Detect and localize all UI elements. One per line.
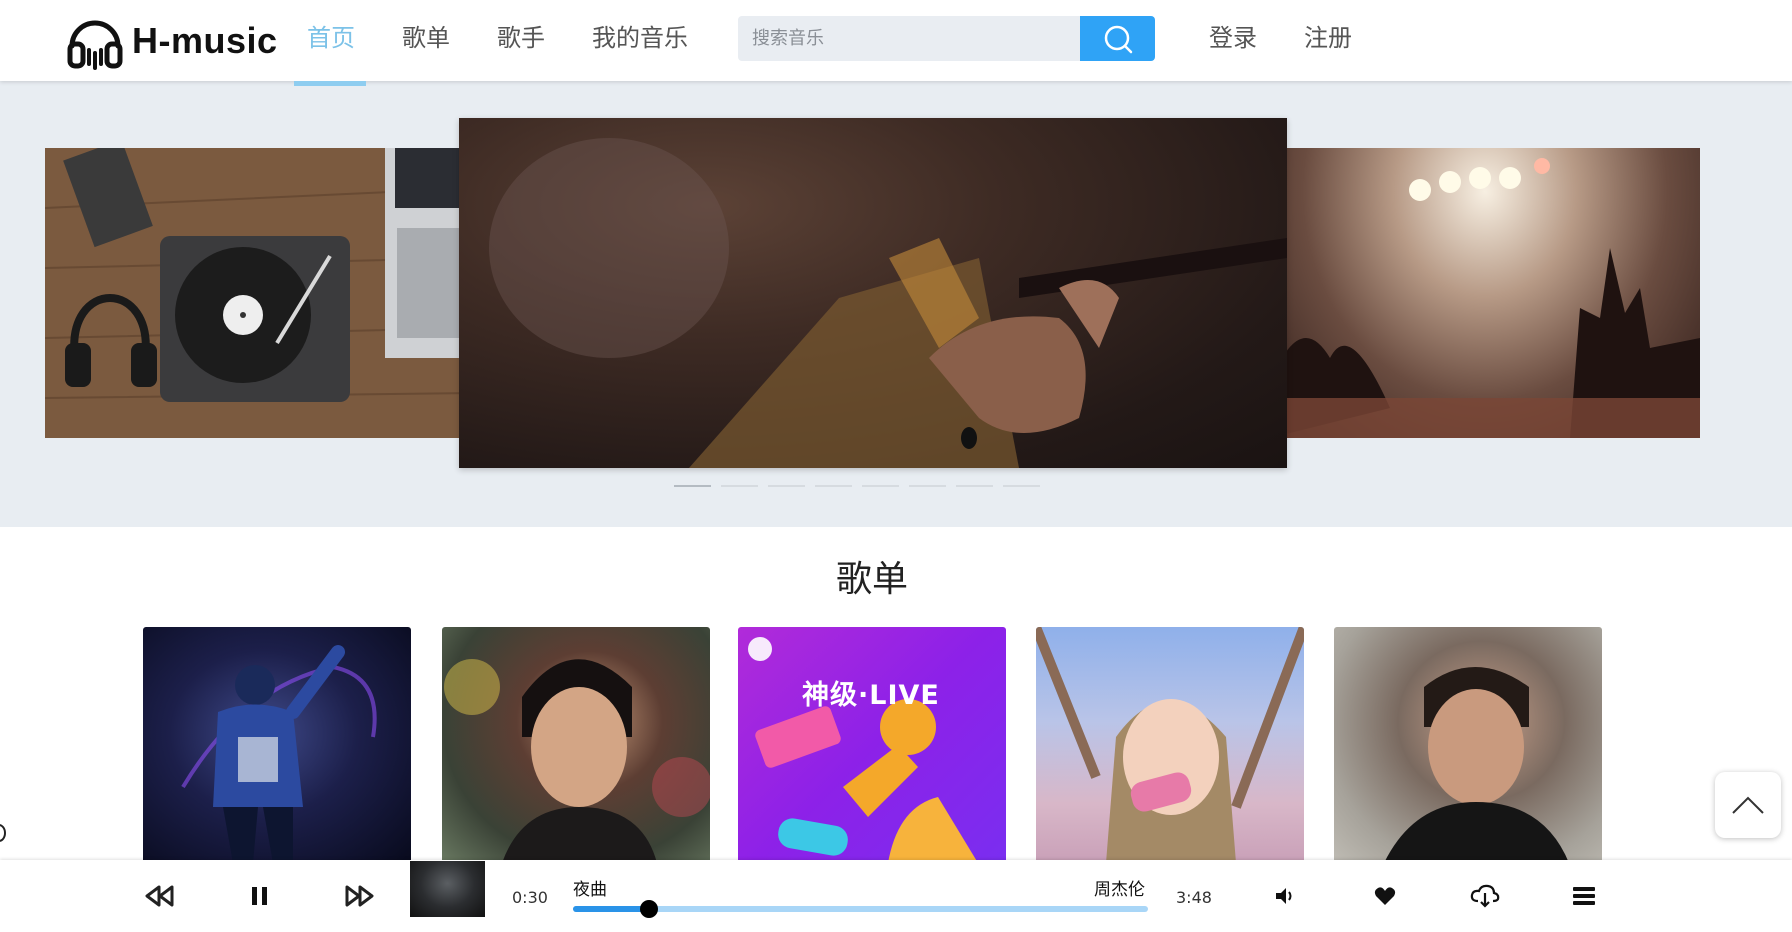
progress-knob[interactable] <box>639 900 658 918</box>
menu-icon <box>1573 887 1595 905</box>
fast-forward-icon <box>345 885 374 907</box>
banner-carousel <box>0 81 1792 527</box>
cloud-download-icon <box>1470 884 1500 908</box>
carousel-dot[interactable] <box>768 485 805 487</box>
song-title: 夜曲 <box>573 880 607 900</box>
carousel-dot[interactable] <box>862 485 899 487</box>
live-cover-text: 神级·LIVE <box>802 680 940 711</box>
volume-button[interactable] <box>1269 882 1301 910</box>
turntable-desk-image[interactable] <box>45 148 475 438</box>
pause-button[interactable] <box>244 882 276 910</box>
carousel-dot[interactable] <box>956 485 993 487</box>
carousel-dot[interactable] <box>909 485 946 487</box>
download-button[interactable] <box>1469 882 1501 910</box>
nav-my-music[interactable]: 我的音乐 <box>592 20 688 56</box>
carousel-dot[interactable] <box>815 485 852 487</box>
nav-active-indicator <box>294 81 366 86</box>
chevron-up-icon <box>1732 796 1764 814</box>
carousel-dot[interactable] <box>674 485 711 487</box>
site-header: H-music 首页 歌单 歌手 我的音乐 登录 注册 <box>0 0 1792 81</box>
like-button[interactable] <box>1369 882 1401 910</box>
progress-bar[interactable] <box>573 900 1148 918</box>
edge-fragment <box>0 824 6 842</box>
girl-illustration <box>1036 627 1304 863</box>
nav-home[interactable]: 首页 <box>307 20 355 56</box>
search-input[interactable] <box>738 16 1080 61</box>
login-link[interactable]: 登录 <box>1209 20 1257 56</box>
duration: 3:48 <box>1176 888 1212 907</box>
playlist-singer-portrait-cover[interactable] <box>442 627 710 863</box>
concert-illustration <box>1270 158 1700 438</box>
logo-text: H-music <box>132 20 278 61</box>
previous-button[interactable] <box>144 882 176 910</box>
volume-icon <box>1276 888 1292 904</box>
song-artist: 周杰伦 <box>1094 880 1145 900</box>
logo[interactable]: H-music <box>64 10 278 72</box>
search-button[interactable] <box>1080 16 1155 61</box>
concert-crowd-image[interactable] <box>1270 148 1700 438</box>
live-illustration <box>748 637 978 863</box>
singer-portrait-illustration <box>444 659 710 863</box>
pause-icon <box>252 887 267 905</box>
carousel-dots <box>674 485 1040 487</box>
current-time: 0:30 <box>512 888 548 907</box>
carousel-dot[interactable] <box>721 485 758 487</box>
nav-playlists[interactable]: 歌单 <box>402 20 450 56</box>
man-portrait-illustration <box>1384 667 1569 863</box>
guitar-illustration <box>489 138 1287 468</box>
next-button[interactable] <box>343 882 375 910</box>
guitar-player-image[interactable] <box>459 118 1287 468</box>
section-title: 歌单 <box>835 559 908 600</box>
search-icon <box>1104 25 1132 53</box>
carousel-dot[interactable] <box>1003 485 1040 487</box>
album-cover-thumbnail[interactable] <box>410 861 485 917</box>
turntable-illustration <box>45 148 475 438</box>
playlist-dancer-cover[interactable] <box>143 627 411 863</box>
playlist-live-cover[interactable]: 神级·LIVE <box>738 627 1006 863</box>
register-link[interactable]: 注册 <box>1304 20 1352 56</box>
headphones-icon <box>67 20 123 70</box>
dancer-illustration <box>181 645 377 863</box>
progress-fill <box>573 906 649 912</box>
playlist-menu-button[interactable] <box>1568 882 1600 910</box>
heart-icon <box>1374 887 1396 905</box>
back-to-top-button[interactable] <box>1715 772 1781 838</box>
music-player-bar: 0:30 夜曲 周杰伦 3:48 <box>0 860 1792 932</box>
playlist-man-portrait-cover[interactable] <box>1334 627 1602 863</box>
rewind-icon <box>145 885 174 907</box>
playlist-girl-cover[interactable] <box>1036 627 1304 863</box>
nav-singers[interactable]: 歌手 <box>497 20 545 56</box>
